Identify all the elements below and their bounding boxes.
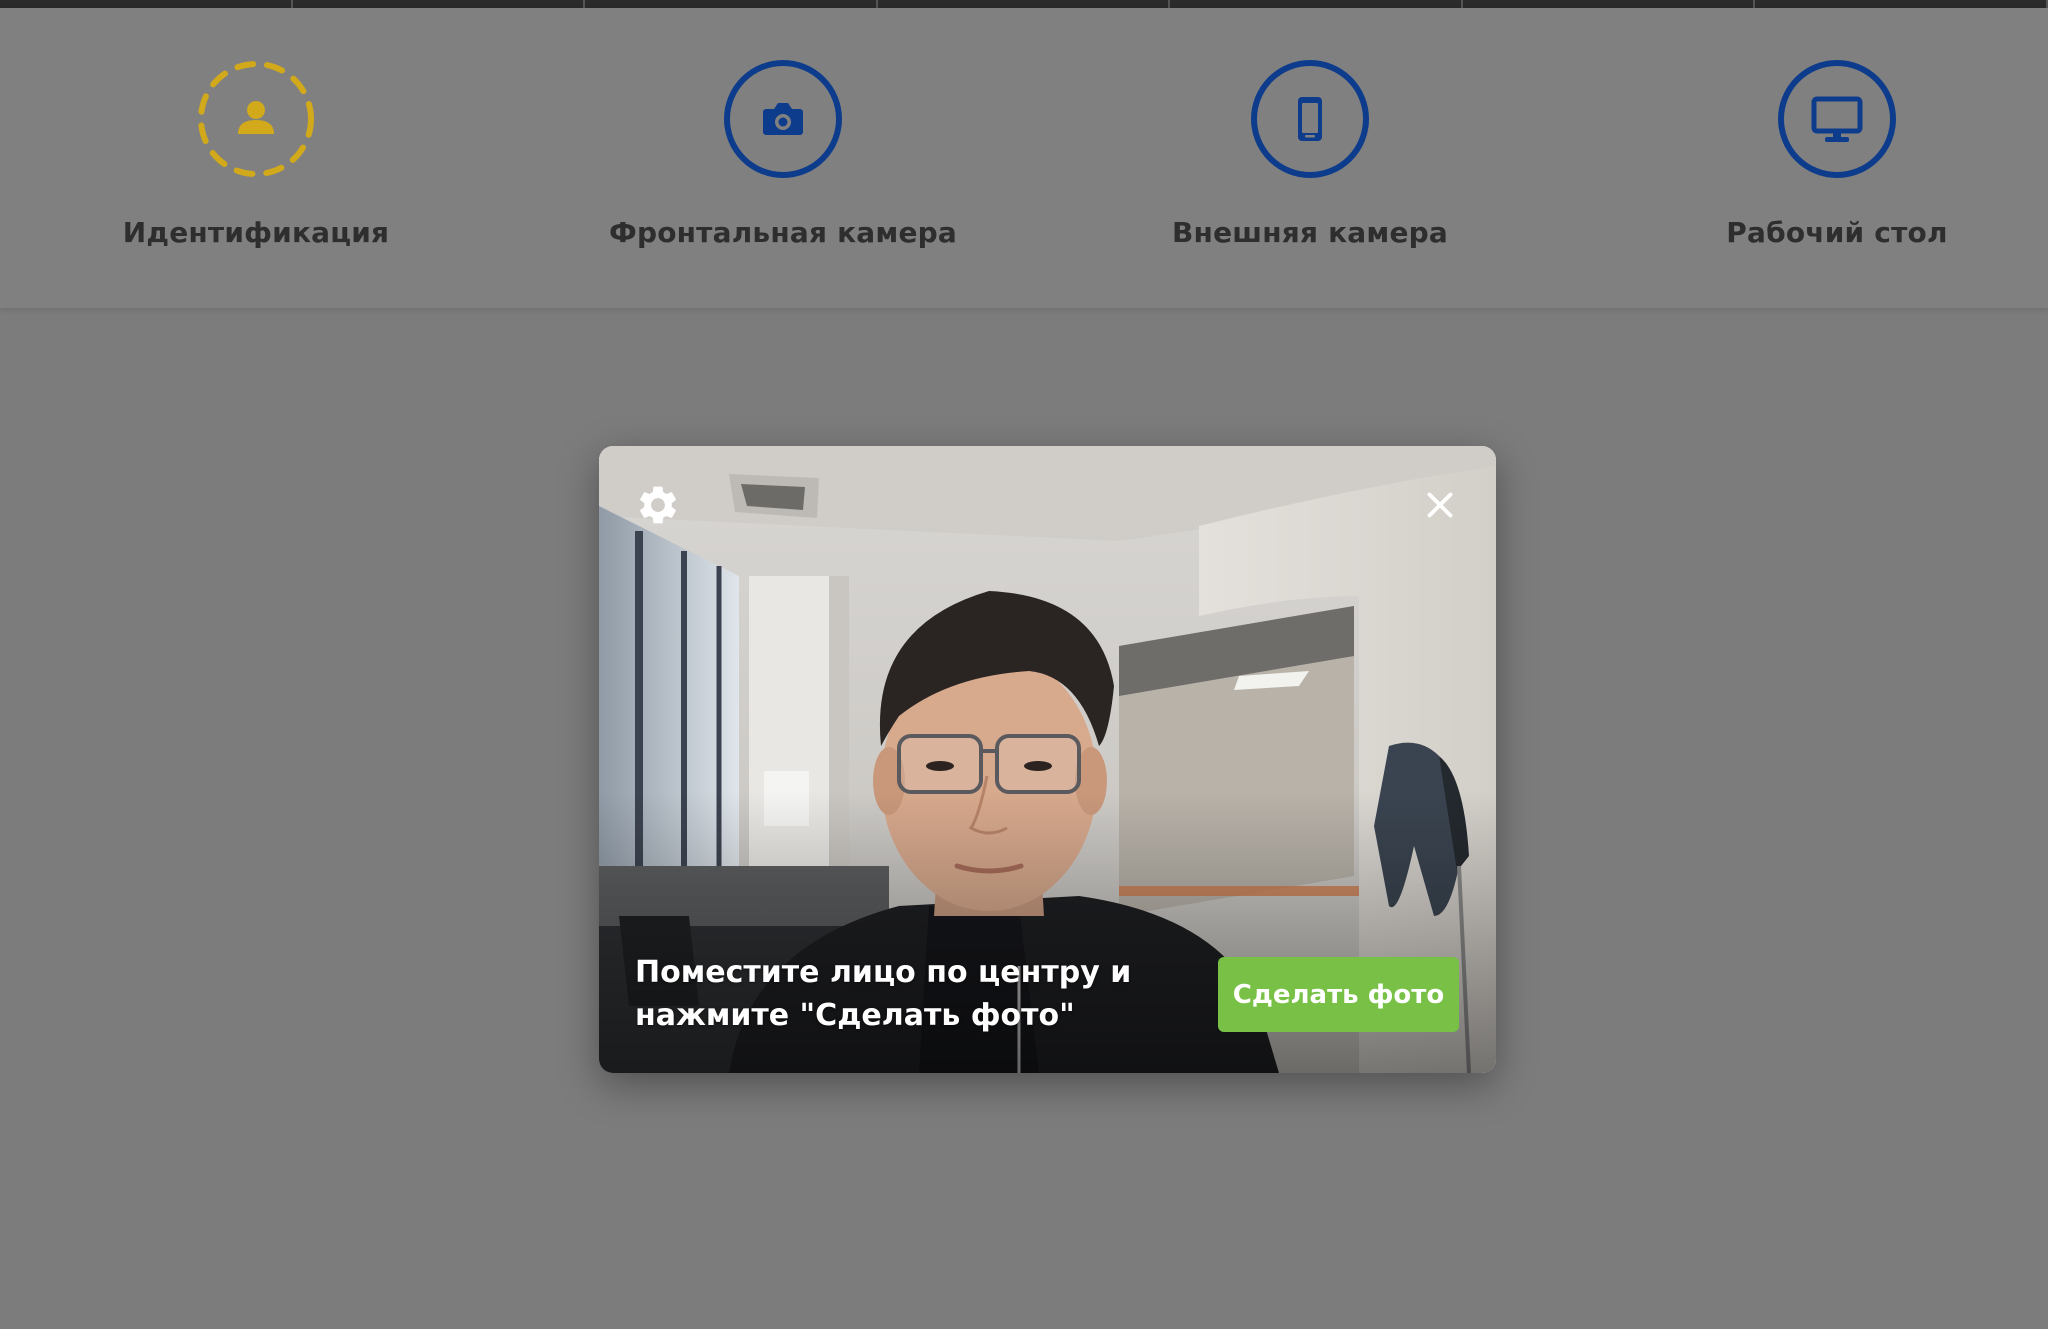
tab-segment — [0, 0, 293, 8]
step-label: Фронтальная камера — [608, 216, 957, 249]
camera-icon — [763, 103, 803, 135]
face-position-hint: Поместите лицо по центру и нажмите "Сдел… — [635, 955, 1132, 1033]
gear-icon[interactable] — [635, 482, 681, 528]
step-external-camera-circle — [1251, 60, 1369, 178]
step-label: Идентификация — [122, 216, 390, 249]
step-identification-circle — [197, 60, 315, 178]
user-dashed-icon — [198, 61, 314, 177]
step-desktop[interactable]: Рабочий стол — [1627, 8, 2047, 308]
tab-segment — [878, 0, 1171, 8]
step-label: Внешняя камера — [1172, 216, 1448, 249]
monitor-icon — [1811, 96, 1863, 142]
tab-segment — [1755, 0, 2048, 8]
step-front-camera[interactable]: Фронтальная камера — [573, 8, 993, 308]
tab-segment — [1170, 0, 1463, 8]
tab-segment — [1463, 0, 1756, 8]
camera-modal: Поместите лицо по центру и нажмите "Сдел… — [599, 446, 1496, 1073]
step-external-camera[interactable]: Внешняя камера — [1100, 8, 1520, 308]
steps-bar: Идентификация Фронтальная камера Внешняя… — [0, 8, 2048, 308]
browser-tab-strip — [0, 0, 2048, 8]
step-identification[interactable]: Идентификация — [46, 8, 466, 308]
tab-segment — [293, 0, 586, 8]
step-desktop-circle — [1778, 60, 1896, 178]
close-icon[interactable] — [1419, 484, 1461, 526]
tab-segment — [585, 0, 878, 8]
phone-icon — [1298, 97, 1322, 141]
step-front-camera-circle — [724, 60, 842, 178]
take-photo-button[interactable]: Сделать фото — [1218, 957, 1459, 1032]
step-label: Рабочий стол — [1726, 216, 1948, 249]
